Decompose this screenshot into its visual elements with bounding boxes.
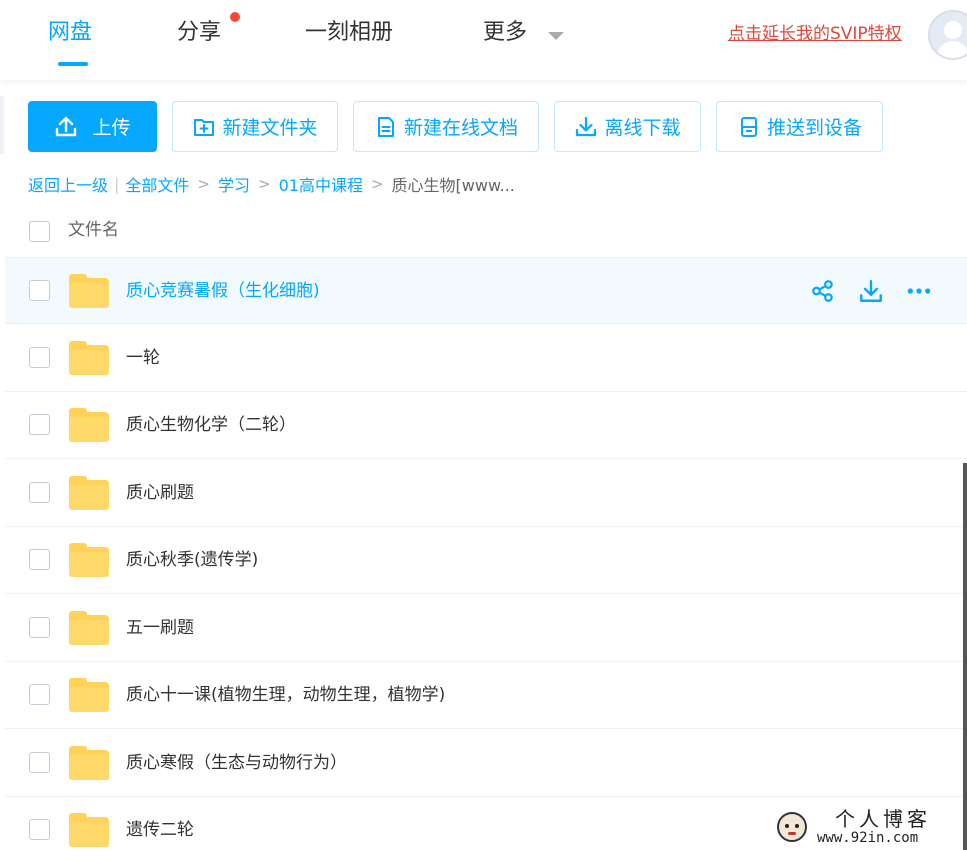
table-row[interactable]: 一轮 <box>5 325 967 392</box>
offline-download-label: 离线下载 <box>604 117 681 139</box>
breadcrumb-item-study[interactable]: 学习 <box>218 172 250 196</box>
folder-plus-icon <box>192 115 216 139</box>
row-checkbox[interactable] <box>29 482 50 503</box>
chevron-down-icon[interactable] <box>548 32 564 40</box>
push-to-device-label: 推送到设备 <box>766 117 862 139</box>
more-icon[interactable] <box>906 278 932 304</box>
nav-tab-netdisk[interactable]: 网盘 <box>48 18 92 48</box>
blog-watermark: 个人博客 www.92in.com <box>775 808 965 848</box>
nav-tab-more[interactable]: 更多 <box>483 18 527 48</box>
chevron-right-icon: > <box>197 175 210 193</box>
avatar[interactable] <box>928 10 967 60</box>
watermark-title: 个人博客 <box>835 807 931 831</box>
folder-icon <box>69 341 109 375</box>
row-checkbox[interactable] <box>29 414 50 435</box>
row-checkbox[interactable] <box>29 752 50 773</box>
chevron-right-icon: > <box>258 175 271 193</box>
file-name[interactable]: 遗传二轮 <box>126 819 194 841</box>
new-online-doc-label: 新建在线文档 <box>403 117 518 139</box>
new-online-doc-button[interactable]: 新建在线文档 <box>353 101 539 152</box>
folder-icon <box>69 678 109 712</box>
row-actions <box>810 278 932 304</box>
avatar-head <box>944 21 962 39</box>
notification-dot <box>230 12 240 22</box>
upload-icon <box>54 115 78 139</box>
file-name[interactable]: 质心十一课(植物生理，动物生理，植物学) <box>126 684 445 706</box>
row-checkbox[interactable] <box>29 819 50 840</box>
document-icon <box>374 115 398 139</box>
table-row[interactable]: 质心生物化学（二轮） <box>5 392 967 459</box>
upload-label: 上传 <box>92 117 131 139</box>
file-name[interactable]: 质心刷题 <box>126 482 194 504</box>
row-checkbox[interactable] <box>29 280 50 301</box>
top-navigation: 网盘 分享 一刻相册 更多 点击延长我的SVIP特权 <box>0 0 967 80</box>
file-name[interactable]: 质心竞赛暑假（生化细胞) <box>126 280 320 302</box>
upload-button[interactable]: 上传 <box>28 101 157 152</box>
folder-icon <box>69 274 109 308</box>
table-row[interactable]: 质心竞赛暑假（生化细胞) <box>5 257 967 324</box>
file-list-header: 文件名 <box>0 210 967 254</box>
offline-download-button[interactable]: 离线下载 <box>554 101 701 152</box>
active-tab-indicator <box>58 62 88 66</box>
nav-tab-album[interactable]: 一刻相册 <box>305 18 393 48</box>
watermark-url: www.92in.com <box>817 830 919 846</box>
nav-tab-share[interactable]: 分享 <box>177 18 221 48</box>
file-name[interactable]: 质心寒假（生态与动物行为） <box>126 752 347 774</box>
table-row[interactable]: 五一刷题 <box>5 595 967 662</box>
folder-icon <box>69 543 109 577</box>
table-row[interactable]: 质心十一课(植物生理，动物生理，植物学) <box>5 662 967 729</box>
file-name[interactable]: 质心生物化学（二轮） <box>126 414 296 436</box>
download-icon <box>574 115 598 139</box>
breadcrumb-back-link[interactable]: 返回上一级 <box>28 172 108 196</box>
download-icon[interactable] <box>858 278 884 304</box>
select-all-checkbox[interactable] <box>29 221 50 242</box>
chevron-right-icon: > <box>370 175 384 193</box>
folder-icon <box>69 813 109 847</box>
new-folder-button[interactable]: 新建文件夹 <box>172 101 338 152</box>
folder-icon <box>69 476 109 510</box>
file-name[interactable]: 五一刷题 <box>126 617 194 639</box>
push-to-device-button[interactable]: 推送到设备 <box>716 101 883 152</box>
breadcrumb: 返回上一级 | 全部文件 > 学习 > 01高中课程 > 质心生物[www... <box>28 172 515 196</box>
side-divider <box>0 96 4 154</box>
share-icon[interactable] <box>810 278 836 304</box>
device-icon <box>737 115 761 139</box>
row-checkbox[interactable] <box>29 684 50 705</box>
svip-renew-link[interactable]: 点击延长我的SVIP特权 <box>728 22 902 46</box>
row-checkbox[interactable] <box>29 549 50 570</box>
new-folder-label: 新建文件夹 <box>222 117 318 139</box>
folder-icon <box>69 611 109 645</box>
scrollbar[interactable] <box>963 463 967 850</box>
breadcrumb-divider: | <box>114 174 120 194</box>
table-row[interactable]: 质心寒假（生态与动物行为） <box>5 730 967 797</box>
folder-icon <box>69 746 109 780</box>
table-row[interactable]: 质心刷题 <box>5 460 967 527</box>
cartoon-face-icon <box>777 812 807 842</box>
file-name[interactable]: 一轮 <box>126 347 160 369</box>
folder-icon <box>69 408 109 442</box>
table-row[interactable]: 质心秋季(遗传学) <box>5 527 967 594</box>
breadcrumb-current: 质心生物[www... <box>391 176 515 195</box>
row-checkbox[interactable] <box>29 617 50 638</box>
avatar-body <box>937 41 967 58</box>
column-header-filename: 文件名 <box>68 220 119 240</box>
row-checkbox[interactable] <box>29 347 50 368</box>
file-name[interactable]: 质心秋季(遗传学) <box>126 549 258 571</box>
breadcrumb-item-all-files[interactable]: 全部文件 <box>125 172 189 196</box>
breadcrumb-item-highschool[interactable]: 01高中课程 <box>279 172 363 196</box>
